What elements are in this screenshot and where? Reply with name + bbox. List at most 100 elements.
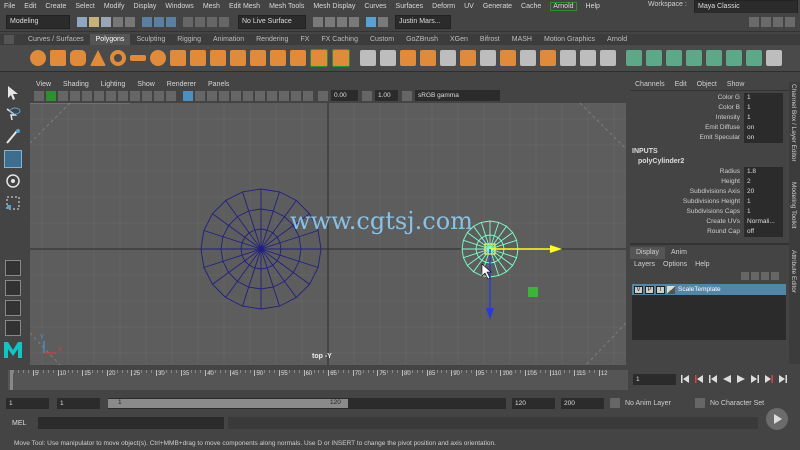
input-node-name[interactable]: polyCylinder2 xyxy=(630,157,800,167)
platonic-solid-icon[interactable] xyxy=(170,50,186,66)
bevel-icon[interactable] xyxy=(500,50,516,66)
anim-layer-label[interactable]: No Anim Layer xyxy=(625,400,691,407)
multi-cut-icon[interactable] xyxy=(560,50,576,66)
move-layer-up-icon[interactable] xyxy=(741,272,749,280)
tab-display[interactable]: Display xyxy=(630,247,665,259)
layer-template-toggle[interactable]: T xyxy=(656,285,665,294)
wireframe-on-shaded-icon[interactable] xyxy=(207,90,217,101)
character-set-icon[interactable] xyxy=(695,398,705,408)
menu-create[interactable]: Create xyxy=(45,3,66,10)
scale-tool-icon[interactable] xyxy=(4,194,22,212)
play-backward-icon[interactable] xyxy=(722,374,732,384)
new-layer-selected-icon[interactable] xyxy=(771,272,779,280)
shelf-tab-custom[interactable]: Custom xyxy=(364,34,400,45)
arnold-render-icon[interactable] xyxy=(366,17,376,27)
separate-icon[interactable] xyxy=(380,50,396,66)
poly-type-icon[interactable] xyxy=(310,49,328,67)
poly-sphere-icon[interactable] xyxy=(30,50,46,66)
menu-modify[interactable]: Modify xyxy=(104,3,125,10)
layer-name[interactable]: ScaleTemplate xyxy=(678,286,721,293)
channel-menu-show[interactable]: Show xyxy=(722,81,750,88)
select-camera-icon[interactable] xyxy=(34,90,44,101)
camera-attributes-icon[interactable] xyxy=(46,90,56,101)
viewport[interactable]: X Y www.cgtsj.com top -Y xyxy=(30,103,626,365)
channel-value[interactable]: 2 xyxy=(744,177,783,187)
channel-value[interactable]: 1 xyxy=(744,93,783,103)
menu-deform[interactable]: Deform xyxy=(432,3,455,10)
anim-end-field[interactable]: 200 xyxy=(561,397,604,409)
wireframe-icon[interactable] xyxy=(166,90,176,101)
range-handle[interactable] xyxy=(108,398,348,408)
menu-curves[interactable]: Curves xyxy=(364,3,386,10)
transfer-attributes-icon[interactable] xyxy=(766,50,782,66)
poly-torus-icon[interactable] xyxy=(110,50,126,66)
move-layer-down-icon[interactable] xyxy=(751,272,759,280)
select-component-icon[interactable] xyxy=(166,17,176,27)
poly-plane-icon[interactable] xyxy=(130,55,146,61)
menu-mesh[interactable]: Mesh xyxy=(203,3,220,10)
fill-hole-icon[interactable] xyxy=(540,50,556,66)
menu-edit[interactable]: Edit xyxy=(24,3,36,10)
play-forward-icon[interactable] xyxy=(736,374,746,384)
channel-value[interactable]: 1 xyxy=(744,197,783,207)
menu-uv[interactable]: UV xyxy=(464,3,474,10)
attribute-editor-icon[interactable] xyxy=(761,17,771,27)
paint-select-tool-icon[interactable] xyxy=(4,128,22,146)
poly-pyramid-icon[interactable] xyxy=(190,50,206,66)
view-transform-select[interactable]: sRGB gamma xyxy=(415,90,500,101)
poly-disc-icon[interactable] xyxy=(150,50,166,66)
select-hierarchy-icon[interactable] xyxy=(142,17,152,27)
shelf-tab-animation[interactable]: Animation xyxy=(207,34,250,45)
move-manipulator[interactable] xyxy=(484,243,562,320)
layer-playback-toggle[interactable]: P xyxy=(645,285,654,294)
film-gate-icon[interactable] xyxy=(94,90,104,101)
poly-cube-icon[interactable] xyxy=(50,50,66,66)
render-settings-icon[interactable] xyxy=(313,17,323,27)
image-plane-icon[interactable] xyxy=(70,90,80,101)
isolate-select-icon[interactable] xyxy=(303,90,313,101)
snap-view-icon[interactable] xyxy=(219,17,229,27)
exposure-field[interactable]: 0.00 xyxy=(331,90,358,101)
shelf-tab-rendering[interactable]: Rendering xyxy=(250,34,294,45)
snap-curve-icon[interactable] xyxy=(195,17,205,27)
sew-uv-icon[interactable] xyxy=(686,50,702,66)
save-scene-icon[interactable] xyxy=(101,17,111,27)
bridge-icon[interactable] xyxy=(480,50,496,66)
step-back-key-icon[interactable] xyxy=(694,374,704,384)
channel-row[interactable]: Radius 1.8 xyxy=(630,167,800,177)
menu-cache[interactable]: Cache xyxy=(521,3,541,10)
ambient-occlusion-icon[interactable] xyxy=(267,90,277,101)
channel-value[interactable]: 1 xyxy=(744,103,783,113)
playback-start-field[interactable]: 1 xyxy=(57,397,100,409)
new-layer-icon[interactable] xyxy=(761,272,769,280)
channel-row[interactable]: Round Cap off xyxy=(630,227,800,237)
shelf-tab-rigging[interactable]: Rigging xyxy=(171,34,207,45)
go-to-end-icon[interactable] xyxy=(778,374,788,384)
channel-value[interactable]: 20 xyxy=(744,187,783,197)
flat-shade-icon[interactable] xyxy=(195,90,205,101)
shelf-tab-mash[interactable]: MASH xyxy=(506,34,538,45)
shelf-tab-fx[interactable]: FX xyxy=(294,34,315,45)
channel-row[interactable]: Create UVs Normali... xyxy=(630,217,800,227)
render-view-icon[interactable] xyxy=(349,17,359,27)
panel-menu-lighting[interactable]: Lighting xyxy=(101,81,126,88)
current-frame-marker[interactable] xyxy=(10,370,13,390)
quad-draw-icon[interactable] xyxy=(600,50,616,66)
extrude-icon[interactable] xyxy=(460,50,476,66)
poly-gear-icon[interactable] xyxy=(270,50,286,66)
four-view-layout-icon[interactable] xyxy=(5,280,21,296)
shelf-tab-fx-caching[interactable]: FX Caching xyxy=(315,34,364,45)
character-set-label[interactable]: No Character Set xyxy=(710,400,780,407)
menu-surfaces[interactable]: Surfaces xyxy=(396,3,424,10)
menu-arnold[interactable]: Arnold xyxy=(550,2,577,11)
shelf-tab-motion-graphics[interactable]: Motion Graphics xyxy=(538,34,601,45)
shelf-tab-gozbrush[interactable]: GoZBrush xyxy=(400,34,444,45)
snap-point-icon[interactable] xyxy=(207,17,217,27)
channel-value[interactable]: 1 xyxy=(744,207,783,217)
lasso-tool-icon[interactable] xyxy=(4,106,22,124)
smooth-icon[interactable] xyxy=(400,50,416,66)
color-management-icon[interactable] xyxy=(402,90,412,101)
options-menu[interactable]: Options xyxy=(659,261,691,268)
poly-cylinder-icon[interactable] xyxy=(70,50,86,66)
channel-row[interactable]: Subdivisions Axis 20 xyxy=(630,187,800,197)
